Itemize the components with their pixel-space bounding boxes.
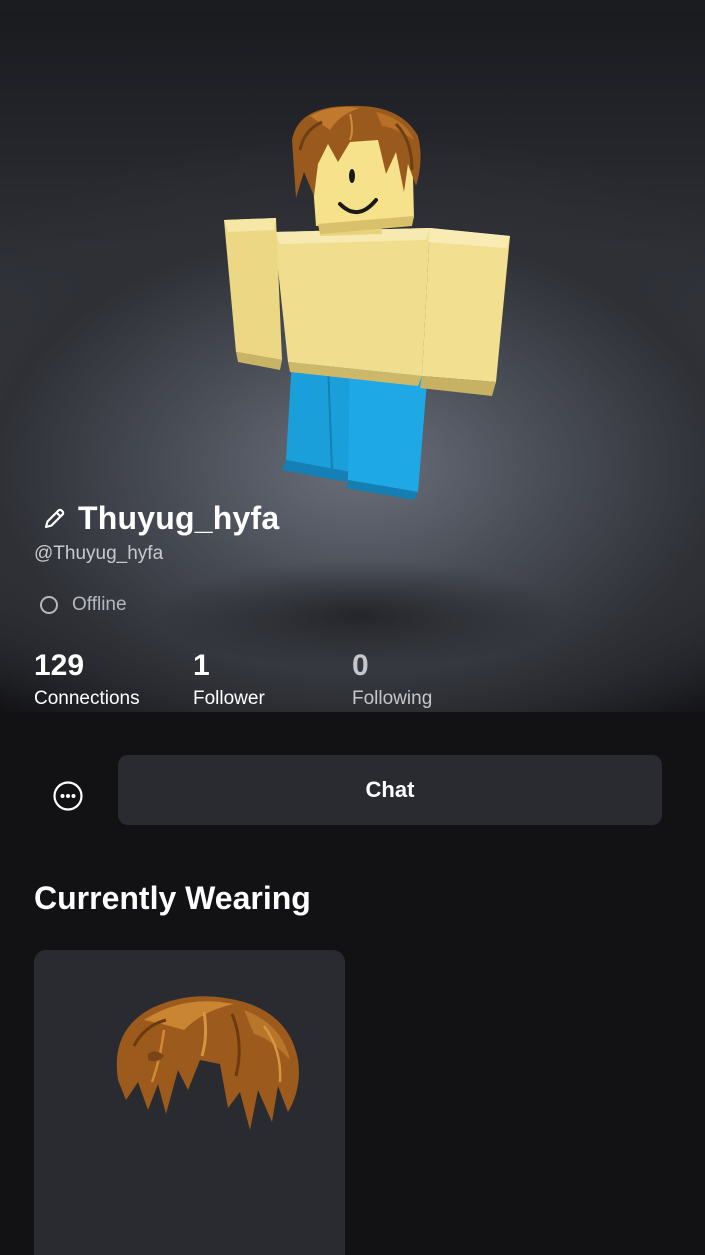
display-name: Thuyug_hyfa: [78, 500, 280, 536]
more-options-icon[interactable]: [52, 780, 84, 812]
connections-count: 129: [34, 649, 85, 682]
display-name-row: Thuyug_hyfa: [40, 500, 279, 537]
offline-status-icon: [40, 596, 58, 614]
stat-following[interactable]: 0 Following: [352, 648, 432, 714]
avatar-3d-view[interactable]: [200, 100, 530, 510]
stat-connections[interactable]: 129 Connections: [34, 648, 140, 714]
brown-hair-icon: [116, 996, 299, 1130]
presence-status: Offline: [40, 594, 127, 616]
followers-count: 1: [193, 649, 210, 682]
avatar-right-arm: [420, 228, 510, 396]
connections-label: Connections: [34, 688, 140, 709]
wearing-item-card[interactable]: [34, 950, 345, 1255]
following-label: Following: [352, 688, 433, 709]
status-text: Offline: [72, 594, 127, 615]
avatar-torso: [274, 228, 430, 386]
top-bar: [0, 0, 705, 12]
chat-button[interactable]: Chat: [118, 755, 662, 825]
profile-page: Thuyug_hyfa @Thuyug_hyfa Offline 129 Con…: [0, 0, 705, 1255]
followers-label: Follower: [193, 688, 265, 709]
pencil-edit-icon[interactable]: [40, 505, 68, 533]
following-count: 0: [352, 649, 369, 682]
stat-followers[interactable]: 1 Follower: [193, 648, 265, 714]
avatar-left-arm: [224, 218, 282, 370]
currently-wearing-title: Currently Wearing: [34, 880, 311, 916]
username: @Thuyug_hyfa: [34, 543, 164, 564]
